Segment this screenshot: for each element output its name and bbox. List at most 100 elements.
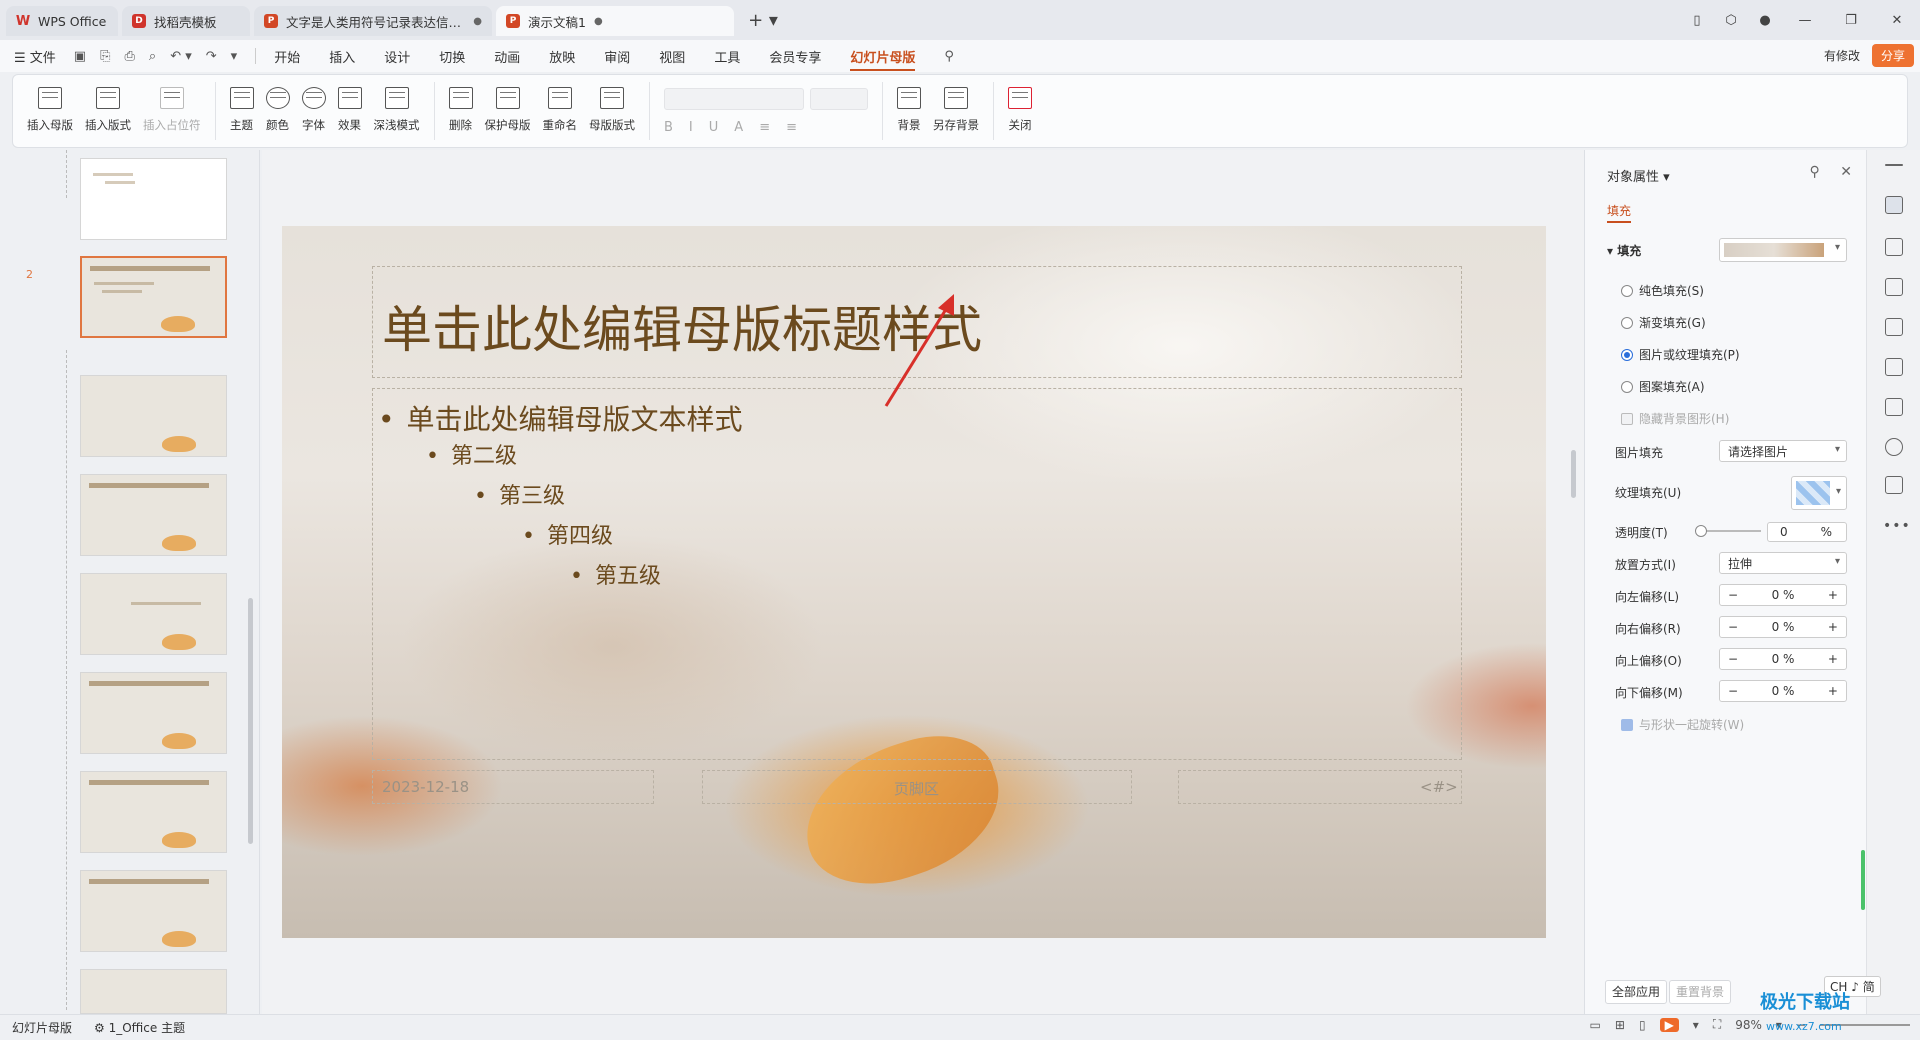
fit-window-icon[interactable]: ⛶ (1713, 1017, 1721, 1032)
master-layout-button[interactable]: 母版版式 (589, 81, 635, 141)
slide-thumbnail[interactable] (80, 870, 227, 952)
menu-slide-master[interactable]: 幻灯片母版 (850, 47, 916, 71)
bullet-list-icon[interactable]: ≡ (759, 120, 770, 135)
offset-right-value[interactable]: 0 % (1772, 620, 1795, 634)
restore-icon[interactable]: ❐ (1828, 13, 1874, 28)
slide-thumbnail-selected[interactable] (80, 256, 227, 338)
tab-find-template[interactable]: D 找稻壳模板 (122, 6, 250, 36)
play-dropdown-icon[interactable]: ▾ (1693, 1018, 1699, 1032)
solid-fill-radio[interactable]: 纯色填充(S) (1621, 282, 1704, 299)
hide-bg-graphics-checkbox[interactable]: 隐藏背景图形(H) (1621, 410, 1729, 427)
tab-document-2[interactable]: P 演示文稿1 ● (496, 6, 734, 36)
close-master-view-button[interactable]: 关闭 (1008, 81, 1032, 141)
font-button[interactable]: 字体 (301, 81, 326, 141)
avatar[interactable]: ● (1748, 13, 1782, 28)
panel-scrollbar[interactable] (1861, 850, 1865, 910)
tab-fill[interactable]: 填充 (1607, 202, 1632, 223)
bold-icon[interactable]: B (664, 120, 673, 135)
offset-down-stepper[interactable]: − 0 % + (1719, 680, 1847, 702)
text-level-4[interactable]: 第四级 (522, 518, 613, 550)
font-size-select[interactable] (810, 87, 868, 110)
save-icon[interactable]: ▣ (74, 49, 86, 64)
collapse-icon[interactable] (1885, 164, 1903, 166)
numbered-list-icon[interactable]: ≡ (786, 120, 797, 135)
font-name-select[interactable] (664, 87, 804, 110)
redo-icon[interactable]: ↷ (206, 49, 217, 64)
menu-review[interactable]: 审阅 (604, 47, 630, 66)
grid-view-icon[interactable]: ⊞ (1615, 1018, 1625, 1032)
slide-thumbnail[interactable] (80, 771, 227, 853)
more-icon[interactable]: ••• (1883, 518, 1911, 534)
slide-thumbnail[interactable] (80, 158, 227, 240)
effect-button[interactable]: 效果 (337, 81, 362, 141)
delete-button[interactable]: 删除 (448, 81, 473, 141)
close-panel-icon[interactable]: ✕ (1840, 164, 1852, 180)
dark-light-mode-button[interactable]: 深浅模式 (374, 81, 420, 141)
menu-home[interactable]: 开始 (274, 47, 300, 66)
menu-tools[interactable]: 工具 (714, 47, 740, 66)
tab-document-1[interactable]: P 文字是人类用符号记录表达信息以 ● (254, 6, 492, 36)
play-slideshow-icon[interactable]: ▶ (1659, 1017, 1679, 1032)
picture-fill-select[interactable]: 请选择图片 ▾ (1719, 440, 1847, 462)
picture-fill-radio[interactable]: 图片或纹理填充(P) (1621, 346, 1740, 363)
protect-master-button[interactable]: 保护母版 (485, 81, 531, 141)
reading-view-icon[interactable]: ▯ (1639, 1018, 1646, 1032)
offset-up-value[interactable]: 0 % (1772, 652, 1795, 666)
export-icon[interactable]: ⎘ (100, 49, 110, 64)
color-button[interactable]: 颜色 (265, 81, 290, 141)
canvas-scrollbar[interactable] (1571, 450, 1576, 498)
print-preview-icon[interactable]: ⌕ (149, 49, 156, 64)
slide-thumbnail[interactable] (80, 672, 227, 754)
offset-up-stepper[interactable]: − 0 % + (1719, 648, 1847, 670)
date-text[interactable]: 2023-12-18 (382, 778, 469, 796)
gradient-fill-radio[interactable]: 渐变填充(G) (1621, 314, 1706, 331)
minus-icon[interactable]: − (1728, 652, 1738, 666)
pattern-fill-radio[interactable]: 图案填充(A) (1621, 378, 1705, 395)
reset-background-button[interactable]: 重置背景 (1669, 980, 1732, 1004)
apply-all-button[interactable]: 全部应用 (1605, 980, 1668, 1004)
plus-icon[interactable]: + (1828, 588, 1838, 602)
rename-button[interactable]: 重命名 (543, 81, 577, 141)
offset-right-stepper[interactable]: − 0 % + (1719, 616, 1847, 638)
star-icon[interactable] (1885, 238, 1903, 256)
background-button[interactable]: 背景 (897, 81, 921, 141)
slide-thumbnail[interactable] (80, 573, 227, 655)
share-icon[interactable] (1885, 476, 1903, 494)
transparency-input[interactable]: 0% (1767, 522, 1847, 542)
offset-left-stepper[interactable]: − 0 % + (1719, 584, 1847, 606)
thumbnail-scrollbar[interactable] (248, 598, 253, 844)
menu-design[interactable]: 设计 (384, 47, 410, 66)
font-color-icon[interactable]: A (734, 120, 743, 135)
text-level-1[interactable]: 单击此处编辑母版文本样式 (378, 398, 743, 438)
rotate-with-shape-checkbox[interactable]: 与形状一起旋转(W) (1621, 716, 1744, 733)
placement-select[interactable]: 拉伸 ▾ (1719, 552, 1847, 574)
unsaved-dot-icon[interactable]: ● (594, 16, 603, 27)
offset-left-value[interactable]: 0 % (1772, 588, 1795, 602)
footer-text[interactable]: 页脚区 (894, 778, 939, 799)
menu-animation[interactable]: 动画 (494, 47, 520, 66)
plus-icon[interactable]: + (1828, 652, 1838, 666)
insert-master-button[interactable]: 插入母版 (27, 81, 73, 141)
insert-placeholder-button[interactable]: 插入占位符 (143, 81, 201, 141)
slide-number-text[interactable]: <#> (1420, 778, 1458, 796)
modified-status[interactable]: 有修改 (1824, 47, 1860, 64)
menu-member[interactable]: 会员专享 (769, 47, 821, 66)
slide-thumbnail[interactable] (80, 375, 227, 457)
properties-icon[interactable] (1885, 196, 1903, 214)
plus-icon[interactable]: + (1828, 620, 1838, 634)
texture-fill-select[interactable]: ▾ (1791, 476, 1847, 510)
menu-transition[interactable]: 切换 (439, 47, 465, 66)
italic-icon[interactable]: I (689, 120, 693, 135)
minus-icon[interactable]: − (1728, 684, 1738, 698)
minus-icon[interactable]: − (1728, 620, 1738, 634)
menu-file[interactable]: ☰ 文件 (14, 47, 56, 66)
tools-icon[interactable] (1885, 358, 1903, 376)
plus-icon[interactable]: + (1828, 684, 1838, 698)
cube-icon[interactable]: ⬡ (1714, 13, 1748, 28)
theme-name[interactable]: ⚙ 1_Office 主题 (94, 1019, 185, 1036)
share-button[interactable]: 分享 (1871, 44, 1914, 67)
underline-icon[interactable]: U (709, 120, 719, 135)
theme-button[interactable]: 主题 (229, 81, 254, 141)
book-icon[interactable] (1885, 398, 1903, 416)
unsaved-dot-icon[interactable]: ● (473, 16, 482, 27)
